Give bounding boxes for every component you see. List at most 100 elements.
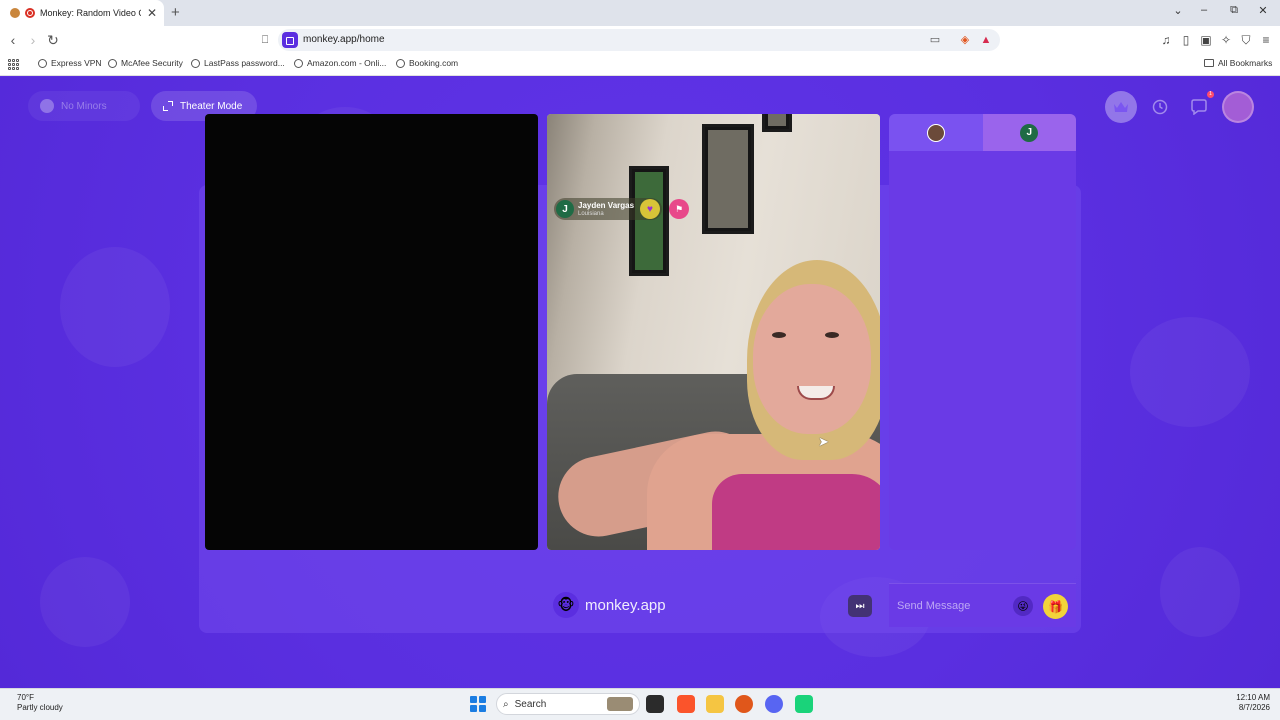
local-video bbox=[205, 114, 538, 550]
chat-panel: J bbox=[889, 114, 1076, 550]
report-icon[interactable]: ⚑ bbox=[669, 199, 689, 219]
history-clock-icon[interactable] bbox=[1144, 91, 1176, 123]
wall-frame bbox=[762, 114, 792, 132]
mouse-cursor-icon: ➤ bbox=[818, 434, 829, 449]
brave-rewards-icon[interactable]: ▲ bbox=[979, 33, 993, 47]
self-avatar bbox=[926, 123, 945, 142]
firefox-icon[interactable] bbox=[735, 695, 753, 713]
top-garment bbox=[712, 474, 880, 550]
remote-video bbox=[547, 114, 880, 550]
globe-icon bbox=[294, 58, 303, 68]
weather-desc: Partly cloudy bbox=[17, 703, 63, 712]
remote-user-location: Louisiana bbox=[578, 210, 604, 217]
chat-tab-remote[interactable]: J bbox=[982, 114, 1076, 151]
remote-user-avatar: J bbox=[556, 200, 574, 218]
no-minors-toggle[interactable]: No Minors bbox=[28, 91, 140, 121]
wallet-icon[interactable]: ▣ bbox=[1198, 32, 1214, 48]
back-arrow-icon[interactable]: ‹ bbox=[4, 31, 22, 49]
person-face bbox=[753, 284, 871, 434]
emoji-icon[interactable]: 😜 bbox=[1013, 596, 1033, 616]
monkey-logo-icon: 🐵 bbox=[553, 592, 579, 618]
no-minors-label: No Minors bbox=[61, 100, 107, 112]
monkey-watermark: 🐵 monkey.app bbox=[553, 592, 666, 618]
browser-tab-strip: Monkey: Random Video Chat ✕ + ⌄ – ⧉ ✕ bbox=[0, 0, 1280, 26]
leo-ai-icon[interactable]: ✧ bbox=[1218, 32, 1234, 48]
theater-mode-label: Theater Mode bbox=[180, 100, 243, 112]
window-close-button[interactable]: ✕ bbox=[1255, 4, 1271, 17]
weather-widget[interactable]: 70°F Partly cloudy bbox=[17, 693, 63, 713]
url-text[interactable]: monkey.app/home bbox=[303, 34, 385, 45]
menu-icon[interactable]: ≡ bbox=[1258, 32, 1274, 48]
wall-frame bbox=[702, 124, 754, 234]
tab-close-icon[interactable]: ✕ bbox=[146, 6, 158, 20]
file-explorer-icon[interactable] bbox=[706, 695, 724, 713]
eye bbox=[825, 332, 839, 338]
all-bookmarks-label: All Bookmarks bbox=[1218, 58, 1273, 68]
search-highlight-image bbox=[607, 697, 633, 711]
folder-icon bbox=[1204, 59, 1214, 67]
restore-button[interactable]: ⧉ bbox=[1226, 4, 1242, 17]
brave-shield-icon[interactable]: ◈ bbox=[958, 33, 972, 47]
vpn-shield-icon[interactable]: ⛉ bbox=[1238, 32, 1254, 48]
wall-frame bbox=[629, 166, 669, 276]
eye bbox=[772, 332, 786, 338]
all-bookmarks-button[interactable]: All Bookmarks bbox=[1204, 58, 1272, 68]
reload-icon[interactable]: ↻ bbox=[44, 31, 62, 49]
task-view-icon[interactable] bbox=[646, 695, 664, 713]
address-toolbar: ‹ › ↻ ⎕ monkey.app/home ▭ ◈ ▲ ♫ ▯ ▣ ✧ ⛉ … bbox=[0, 26, 1280, 54]
clock-date: 8/7/2026 bbox=[1238, 703, 1270, 713]
bookmark-icon[interactable]: ⎕ bbox=[256, 31, 274, 49]
cast-icon[interactable]: ▭ bbox=[928, 33, 942, 47]
bookmark-label: Amazon.com - Onli... bbox=[307, 58, 387, 68]
chat-participants: J bbox=[889, 114, 1076, 151]
search-label: Search bbox=[514, 698, 547, 710]
tab-list-button[interactable]: ⌄ bbox=[1170, 4, 1186, 17]
taskbar-search[interactable]: ⌕ Search bbox=[496, 693, 640, 715]
bookmark-lastpass[interactable]: LastPass password... bbox=[191, 58, 285, 68]
bookmark-booking[interactable]: Booking.com bbox=[396, 58, 458, 68]
system-clock[interactable]: 12:10 AM 8/7/2026 bbox=[1236, 693, 1270, 714]
site-camera-icon bbox=[282, 32, 298, 48]
media-controls-icon[interactable]: ♫ bbox=[1158, 32, 1174, 48]
profile-avatar[interactable] bbox=[1222, 91, 1254, 123]
address-bar[interactable]: monkey.app/home ▭ ◈ ▲ bbox=[278, 29, 1000, 51]
bookmark-amazon[interactable]: Amazon.com - Onli... bbox=[294, 58, 386, 68]
skip-next-icon[interactable]: ⏭ bbox=[848, 595, 872, 617]
clock-time: 12:10 AM bbox=[1236, 693, 1270, 702]
new-tab-button[interactable]: + bbox=[171, 4, 180, 21]
bookmark-label: LastPass password... bbox=[204, 58, 285, 68]
windows-taskbar bbox=[0, 688, 1280, 720]
bookmark-express-vpn[interactable]: Express VPN bbox=[38, 58, 102, 68]
discord-icon[interactable] bbox=[765, 695, 783, 713]
expand-icon bbox=[163, 101, 173, 111]
forward-arrow-icon[interactable]: › bbox=[24, 31, 42, 49]
apps-grid-icon[interactable] bbox=[8, 59, 19, 70]
windows-start-icon[interactable] bbox=[470, 696, 486, 712]
bookmark-label: Booking.com bbox=[409, 58, 459, 68]
crown-icon[interactable] bbox=[1105, 91, 1137, 123]
bookmark-mcafee[interactable]: McAfee Security bbox=[108, 58, 183, 68]
tab-title: Monkey: Random Video Chat bbox=[40, 8, 141, 18]
browser-tab-active[interactable]: Monkey: Random Video Chat ✕ bbox=[0, 0, 164, 26]
weather-temp: 70°F bbox=[17, 693, 34, 702]
globe-icon bbox=[108, 58, 117, 68]
minimize-button[interactable]: – bbox=[1196, 4, 1212, 16]
app-icon[interactable] bbox=[795, 695, 813, 713]
bookmark-label: Express VPN bbox=[51, 58, 102, 68]
globe-icon bbox=[396, 58, 405, 68]
sidebar-icon[interactable]: ▯ bbox=[1178, 32, 1194, 48]
search-icon: ⌕ bbox=[503, 698, 509, 710]
brave-browser-icon[interactable] bbox=[677, 695, 695, 713]
chat-tab-self[interactable] bbox=[889, 114, 983, 151]
monkey-favicon-icon bbox=[10, 8, 20, 18]
bookmarks-bar: Express VPN McAfee Security LastPass pas… bbox=[0, 54, 1280, 76]
globe-icon bbox=[38, 58, 47, 68]
gift-icon[interactable]: 🎁 bbox=[1043, 594, 1068, 619]
remote-user-avatar-small: J bbox=[1020, 123, 1039, 142]
globe-icon bbox=[191, 58, 200, 68]
heart-icon[interactable]: ♥ bbox=[640, 199, 660, 219]
no-minors-icon bbox=[40, 99, 54, 113]
watermark-text: monkey.app bbox=[585, 596, 666, 614]
bookmark-label: McAfee Security bbox=[121, 58, 183, 68]
remote-user-name: Jayden Vargas bbox=[578, 200, 635, 210]
